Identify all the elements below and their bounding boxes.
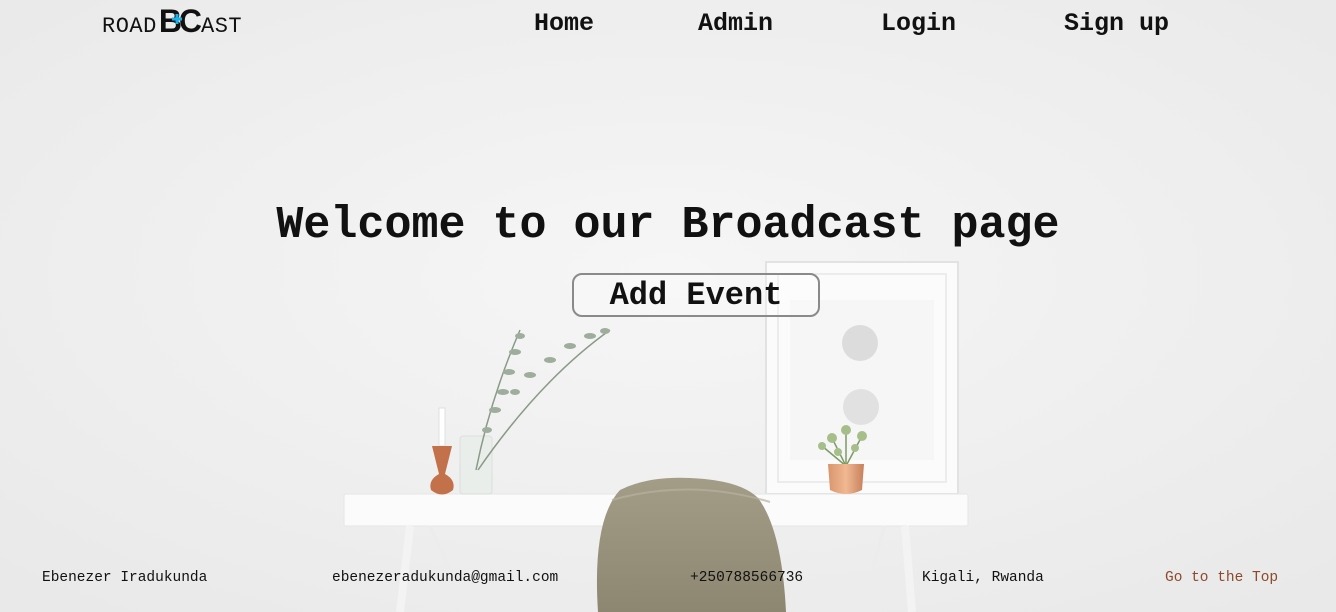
main-nav: Home Admin Login Sign up [0,8,1336,42]
go-to-top-link[interactable]: Go to the Top [1165,570,1278,586]
footer-location: Kigali, Rwanda [922,570,1044,586]
nav-login-link[interactable]: Login [881,8,956,40]
footer-email: ebenezeradukunda@gmail.com [332,570,559,586]
add-event-button[interactable]: Add Event [572,273,820,317]
nav-admin-link[interactable]: Admin [698,8,773,40]
nav-home-link[interactable]: Home [534,8,594,40]
footer: Ebenezer Iradukunda ebenezeradukunda@gma… [0,570,1336,590]
chair [596,477,786,612]
page-title: Welcome to our Broadcast page [276,200,1060,251]
footer-phone: +250788566736 [690,570,804,586]
nav-signup-link[interactable]: Sign up [1064,8,1169,40]
footer-name: Ebenezer Iradukunda [42,570,208,586]
